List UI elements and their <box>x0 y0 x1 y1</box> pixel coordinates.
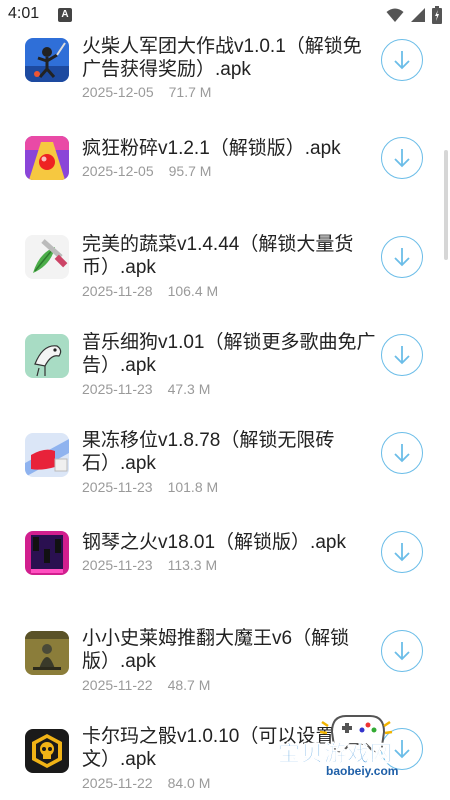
item-title[interactable]: 疯狂粉碎v1.2.1（解锁版）.apk <box>82 137 378 160</box>
item-meta: 2025-11-28 106.4 M <box>82 283 233 299</box>
item-meta: 2025-11-22 84.0 M <box>82 775 225 791</box>
item-date: 2025-11-23 <box>82 479 153 495</box>
item-meta: 2025-11-23 101.8 M <box>82 479 233 495</box>
signal-icon <box>411 8 425 22</box>
vegetable-icon <box>25 235 69 279</box>
item-date: 2025-11-22 <box>82 677 153 693</box>
item-date: 2025-12-05 <box>82 163 154 179</box>
item-title[interactable]: 音乐细狗v1.01（解锁更多歌曲免广告）.apk <box>82 331 378 377</box>
status-icons <box>386 6 442 24</box>
watermark-url: baobeiy.com <box>326 764 399 778</box>
download-icon <box>394 642 410 661</box>
list-item[interactable]: 音乐细狗v1.01（解锁更多歌曲免广告）.apk 2025-11-23 47.3 … <box>0 324 450 422</box>
list-item[interactable]: 钢琴之火v18.01（解锁版）.apk 2025-11-23 113.3 M <box>0 520 450 618</box>
item-meta: 2025-12-05 95.7 M <box>82 163 226 179</box>
dog-icon <box>25 334 69 378</box>
skull-icon <box>25 729 69 773</box>
download-button[interactable] <box>381 334 423 376</box>
item-meta: 2025-12-05 71.7 M <box>82 84 226 100</box>
item-size: 101.8 M <box>167 479 219 495</box>
download-icon <box>394 346 410 365</box>
download-icon <box>394 149 410 168</box>
list-item[interactable]: 火柴人军团大作战v1.0.1（解锁免广告获得奖励）.apk 2025-12-05… <box>0 30 450 128</box>
item-size: 113.3 M <box>167 557 218 573</box>
jelly-icon <box>25 433 69 477</box>
item-date: 2025-11-28 <box>82 283 153 299</box>
item-date: 2025-12-05 <box>82 84 154 100</box>
download-button[interactable] <box>381 236 423 278</box>
item-size: 71.7 M <box>168 84 212 100</box>
item-meta: 2025-11-23 47.3 M <box>82 381 225 397</box>
download-icon <box>394 51 410 70</box>
download-button[interactable] <box>381 432 423 474</box>
item-meta: 2025-11-22 48.7 M <box>82 677 225 693</box>
status-time: 4:01 <box>8 5 40 22</box>
item-size: 84.0 M <box>167 775 211 791</box>
item-meta: 2025-11-23 113.3 M <box>82 557 232 573</box>
download-button[interactable] <box>381 39 423 81</box>
list-item[interactable]: 疯狂粉碎v1.2.1（解锁版）.apk 2025-12-05 95.7 M <box>0 128 450 226</box>
item-size: 95.7 M <box>168 163 212 179</box>
battery-icon <box>432 6 442 24</box>
download-icon <box>394 543 410 562</box>
stickman-icon <box>25 38 69 82</box>
item-title[interactable]: 果冻移位v1.8.78（解锁无限砖石）.apk <box>82 429 378 475</box>
list-item[interactable]: 小小史莱姆推翻大魔王v6（解锁版）.apk 2025-11-22 48.7 M <box>0 618 450 716</box>
item-date: 2025-11-23 <box>82 557 153 573</box>
scrollbar[interactable] <box>444 150 448 260</box>
download-button[interactable] <box>381 531 423 573</box>
slime-icon <box>25 631 69 675</box>
apk-list[interactable]: 火柴人军团大作战v1.0.1（解锁免广告获得奖励）.apk 2025-12-05… <box>0 30 450 800</box>
piano-icon <box>25 531 69 575</box>
item-title[interactable]: 火柴人军团大作战v1.0.1（解锁免广告获得奖励）.apk <box>82 35 378 81</box>
item-size: 48.7 M <box>167 677 211 693</box>
list-item[interactable]: 果冻移位v1.8.78（解锁无限砖石）.apk 2025-11-23 101.8 … <box>0 422 450 520</box>
list-item[interactable]: 完美的蔬菜v1.4.44（解锁大量货币）.apk 2025-11-28 106.4… <box>0 226 450 324</box>
item-title[interactable]: 小小史莱姆推翻大魔王v6（解锁版）.apk <box>82 627 378 673</box>
download-icon <box>394 444 410 463</box>
download-button[interactable] <box>381 630 423 672</box>
item-date: 2025-11-23 <box>82 381 153 397</box>
item-title[interactable]: 完美的蔬菜v1.4.44（解锁大量货币）.apk <box>82 233 378 279</box>
ball-icon <box>25 136 69 180</box>
status-bar: 4:01 A <box>0 0 450 30</box>
wifi-icon <box>386 8 404 22</box>
item-title[interactable]: 钢琴之火v18.01（解锁版）.apk <box>82 531 378 554</box>
download-button[interactable] <box>381 137 423 179</box>
notification-icon: A <box>58 8 72 22</box>
item-date: 2025-11-22 <box>82 775 153 791</box>
item-size: 47.3 M <box>167 381 211 397</box>
item-size: 106.4 M <box>167 283 219 299</box>
download-icon <box>394 248 410 267</box>
